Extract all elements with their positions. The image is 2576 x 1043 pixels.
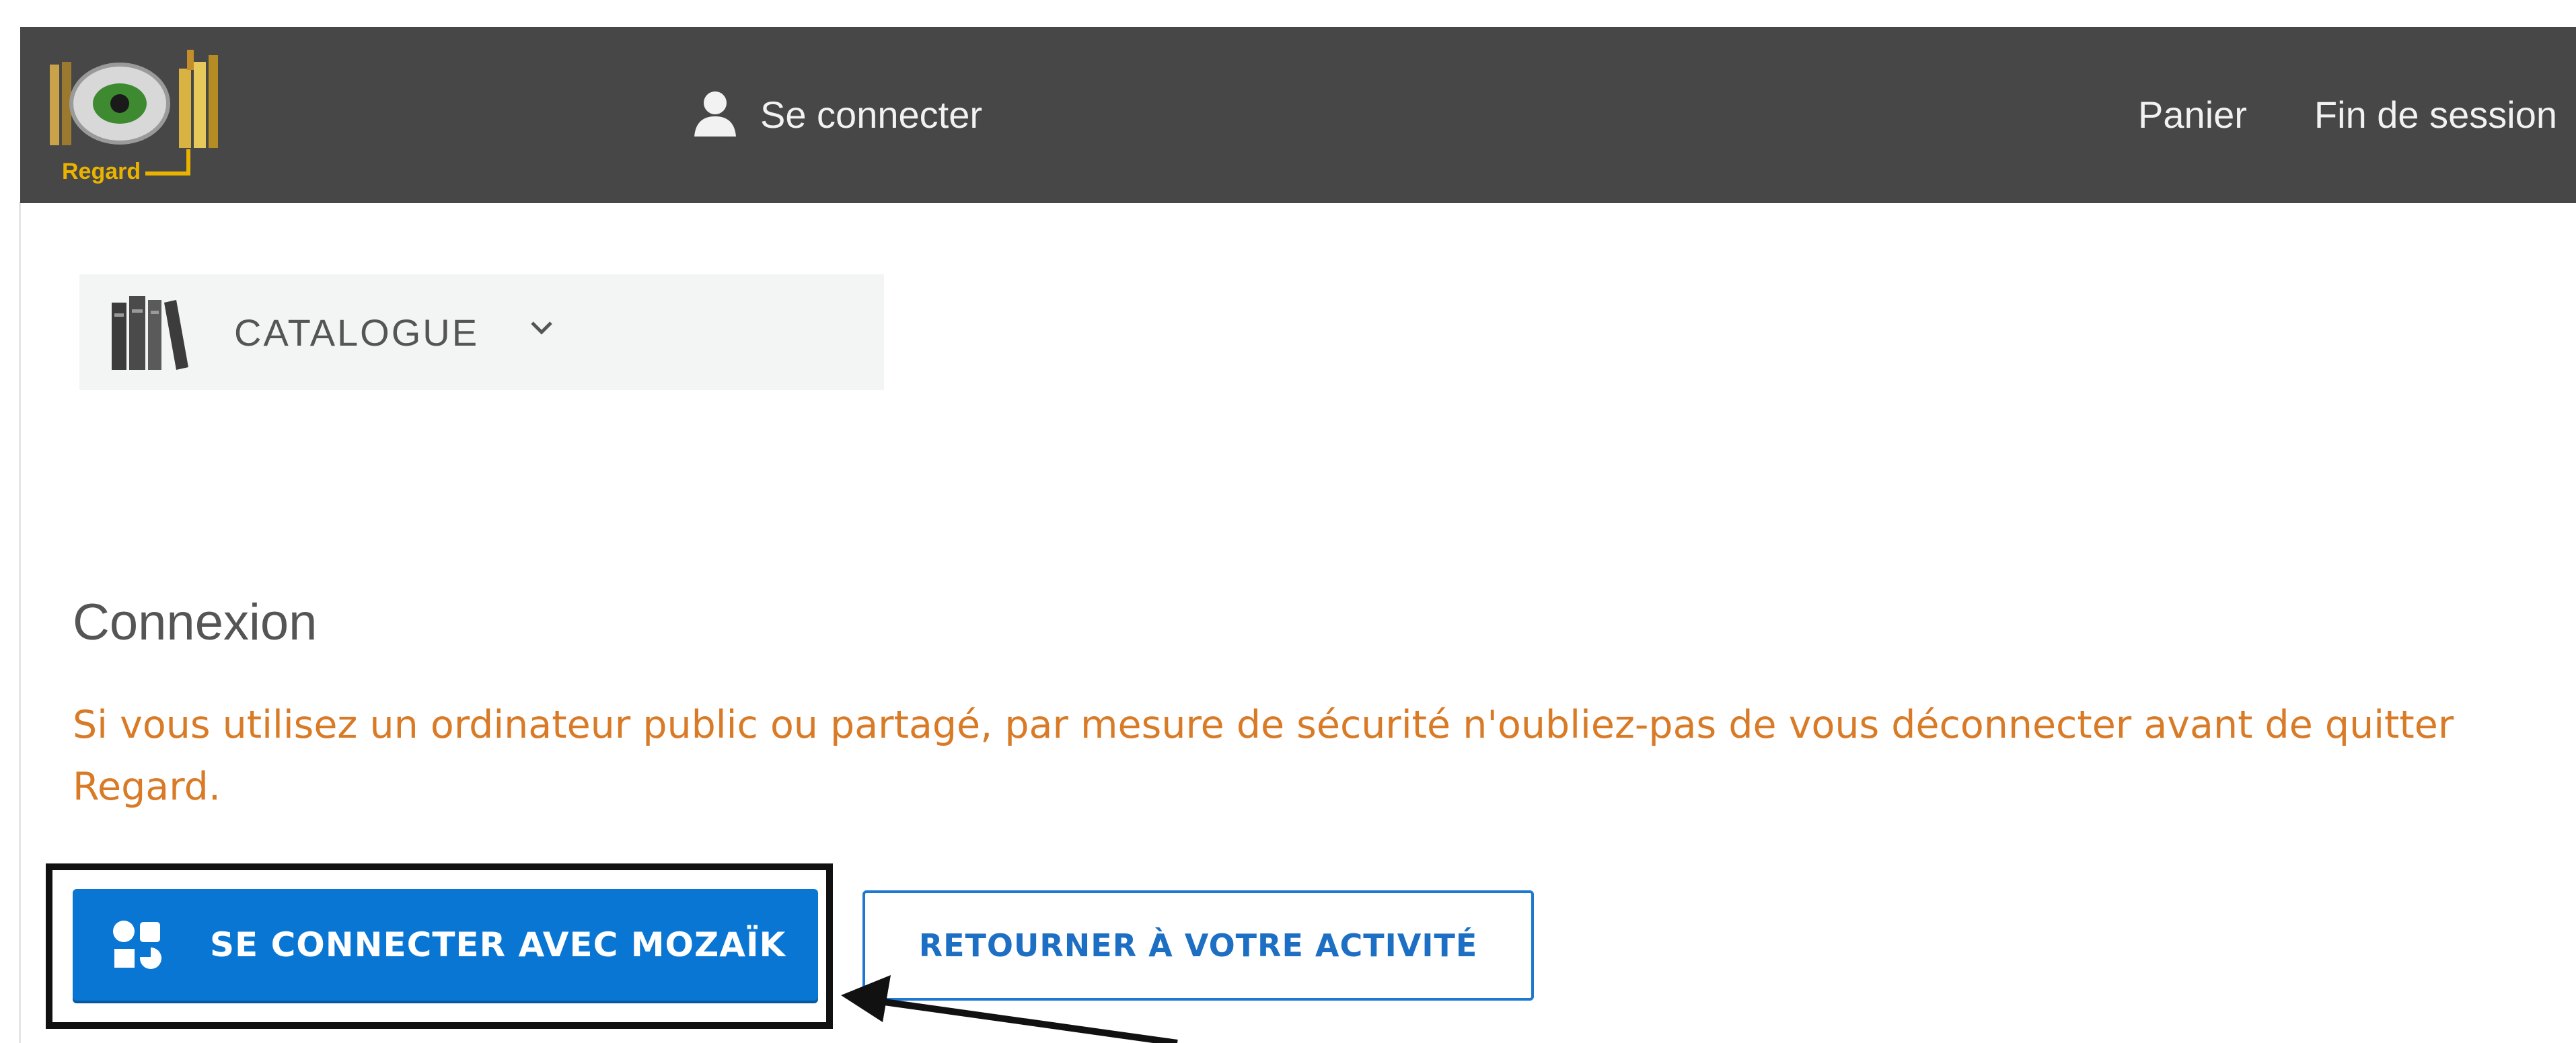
end-session-link[interactable]: Fin de session — [2314, 93, 2557, 137]
page: Regard Se connecter Panier Fin de sessio… — [0, 0, 2576, 1043]
annotation-arrow — [841, 975, 1178, 1043]
page-left-margin — [0, 0, 19, 1043]
login-mozaik-button[interactable]: SE CONNECTER AVEC MOZAÏK — [73, 889, 818, 1001]
user-icon — [694, 91, 736, 137]
top-navigation-bar: Regard Se connecter Panier Fin de sessio… — [20, 27, 2576, 203]
page-title: Connexion — [73, 594, 318, 651]
regard-logo-icon[interactable]: Regard — [44, 42, 240, 203]
header-nav-right: Panier Fin de session — [2138, 84, 2557, 145]
login-label: Se connecter — [760, 93, 982, 136]
security-warning: Si vous utilisez un ordinateur public ou… — [73, 703, 2454, 809]
mozaik-icon — [113, 921, 161, 969]
catalogue-dropdown[interactable]: CATALOGUE — [79, 274, 884, 390]
catalogue-label: CATALOGUE — [234, 311, 480, 354]
page-left-divider — [19, 202, 21, 1043]
login-link[interactable]: Se connecter — [693, 84, 982, 145]
chevron-down-icon — [531, 321, 552, 335]
cart-link[interactable]: Panier — [2138, 93, 2247, 137]
books-icon — [112, 296, 188, 370]
logo-text: Regard — [62, 159, 141, 184]
login-mozaik-label: SE CONNECTER AVEC MOZAÏK — [210, 925, 786, 964]
